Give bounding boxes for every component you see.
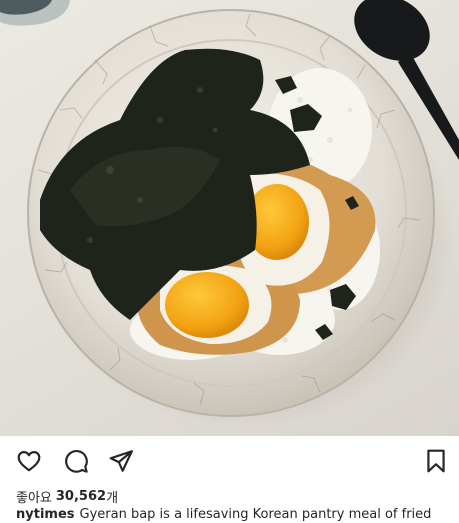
comment-button[interactable] [61, 446, 91, 476]
comment-bubble-icon [65, 450, 88, 473]
post-action-bar [0, 436, 459, 484]
heart-icon [17, 451, 41, 472]
post-caption: nytimes Gyeran bap is a lifesaving Korean… [16, 507, 456, 523]
rice-bowl-photo [0, 0, 459, 428]
caption-text: Gyeran bap is a lifesaving Korean pantry… [79, 507, 432, 522]
like-button[interactable] [14, 446, 44, 476]
share-button[interactable] [106, 446, 136, 476]
bookmark-icon [427, 449, 445, 473]
likes-label: 좋아요 [16, 490, 52, 506]
post-photo[interactable] [0, 0, 459, 436]
likes-suffix: 개 [106, 490, 119, 506]
caption-username[interactable]: nytimes [16, 507, 75, 522]
likes-summary[interactable]: 좋아요 30,562 개 [16, 486, 118, 506]
save-button[interactable] [421, 446, 451, 476]
likes-count[interactable]: 30,562 [56, 489, 106, 504]
egg-yolk-left [165, 272, 249, 338]
send-paper-plane-icon [109, 450, 133, 472]
